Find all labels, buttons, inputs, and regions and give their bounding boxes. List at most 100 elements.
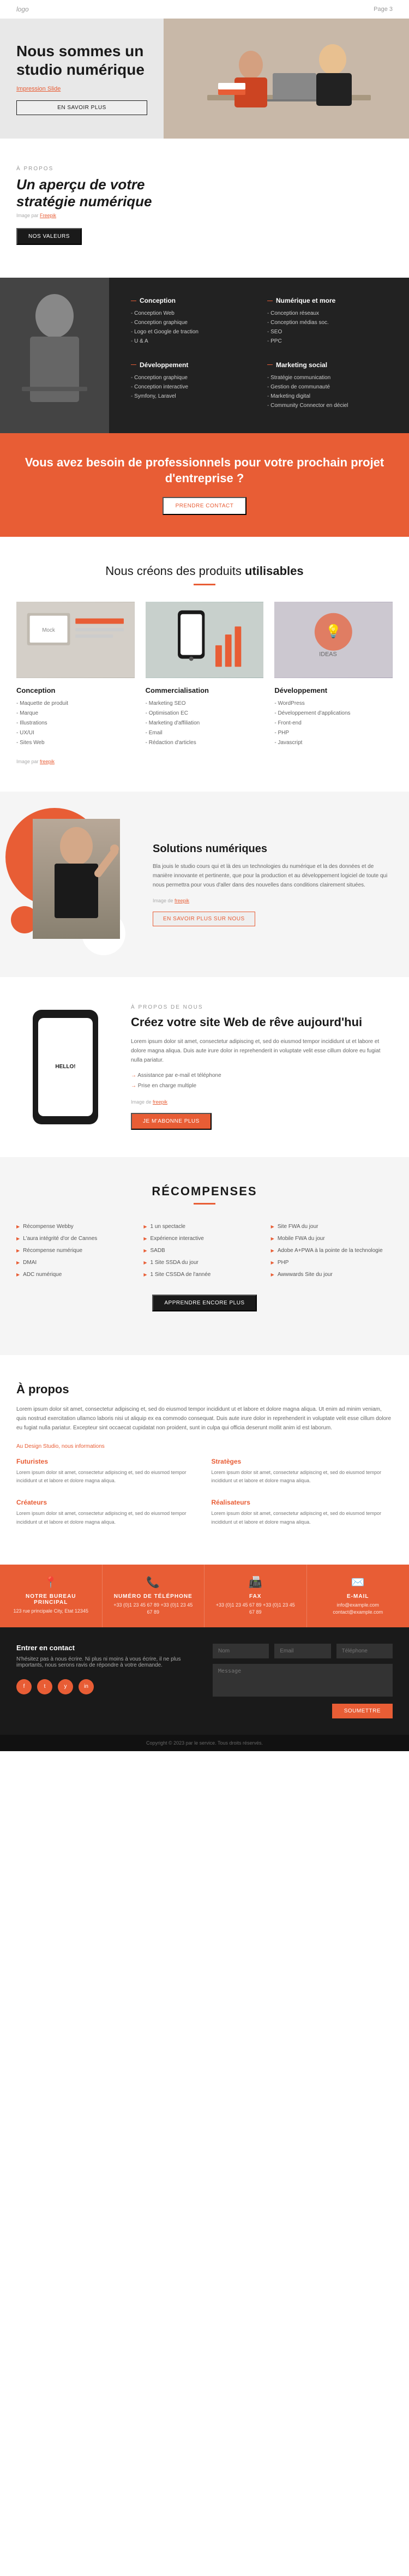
solutions-left — [16, 819, 136, 950]
contact-box-text-email: info@example.com contact@example.com — [315, 1602, 401, 1616]
hero-title: Nous sommes un studio numérique — [16, 42, 147, 79]
service-item-conception: Conception Conception Web Conception gra… — [123, 291, 259, 356]
facebook-icon[interactable]: f — [16, 1679, 32, 1694]
about-col-title-strategies: Stratèges — [212, 1458, 393, 1465]
about-detail-section: À propos Lorem ipsum dolor sit amet, con… — [0, 1355, 409, 1565]
footer-form-left: Entrer en contact N'hésitez pas à nous é… — [16, 1644, 196, 1718]
about-sublabel: Au Design Studio, nous informations — [16, 1443, 393, 1449]
about-cta-button[interactable]: NOS VALEURS — [16, 228, 82, 245]
twitter-icon[interactable]: t — [37, 1679, 52, 1694]
footer-phone-input[interactable] — [336, 1644, 393, 1658]
footer-form-section: Entrer en contact N'hésitez pas à nous é… — [0, 1627, 409, 1735]
about-detail-title: À propos — [16, 1382, 393, 1397]
website-title: Créez votre site Web de rêve aujourd'hui — [131, 1015, 393, 1031]
product-list-commercialisation: Marketing SEO Optimisation EC Marketing … — [146, 699, 264, 748]
solutions-image-credit: Image de freepik — [153, 898, 393, 903]
product-image-developpement: 💡 IDEAS — [274, 602, 393, 678]
contact-box-email: ✉️ E-MAIL info@example.com contact@examp… — [307, 1565, 409, 1627]
page-number: Page 3 — [374, 6, 393, 13]
solutions-title: Solutions numériques — [153, 843, 393, 855]
awards-section: RÉCOMPENSES Récompense Webby L'aura inté… — [0, 1157, 409, 1355]
about-section: À PROPOS Un aperçu de votre stratégie nu… — [0, 139, 409, 278]
about-col-createurs: Créateurs Lorem ipsum dolor sit amet, co… — [16, 1499, 198, 1526]
products-title: Nous créons des produits utilisables — [16, 564, 393, 578]
service-item-marketing: Marketing social Stratégie communication… — [259, 356, 395, 420]
footer-form-layout: Entrer en contact N'hésitez pas à nous é… — [16, 1644, 393, 1718]
contact-box-phone: 📞 NUMÉRO DE TÉLÉPHONE +33 (0)1 23 45 67 … — [103, 1565, 205, 1627]
product-list-conception: Maquette de produit Marque Illustrations… — [16, 699, 135, 748]
products-image-credit: Image par freepik — [16, 759, 393, 764]
phone-icon: 📞 — [111, 1575, 196, 1589]
awards-divider — [194, 1203, 215, 1205]
hero-left: Nous sommes un studio numérique Impressi… — [0, 19, 164, 139]
hero-cta-button[interactable]: EN SAVOIR PLUS — [16, 100, 147, 115]
website-eyebrow: À PROPOS DE NOUS — [131, 1004, 393, 1010]
website-right: À PROPOS DE NOUS Créez votre site Web de… — [131, 1004, 393, 1130]
products-divider — [194, 584, 215, 585]
cta-banner: Vous avez besoin de professionnels pour … — [0, 433, 409, 537]
products-grid: Mock Conception Maquette de produit Marq… — [16, 602, 393, 748]
services-image — [0, 278, 109, 433]
footer-submit-button[interactable]: SOUMETTRE — [332, 1704, 393, 1718]
awards-col-1: Récompense Webby L'aura intégrité d'or d… — [16, 1221, 138, 1281]
solutions-cta-button[interactable]: EN SAVOIR PLUS SUR NOUS — [153, 912, 255, 926]
contact-box-title-bureau: NOTRE BUREAU PRINCIPAL — [8, 1593, 94, 1605]
location-icon: 📍 — [8, 1575, 94, 1589]
fax-icon: 📠 — [213, 1575, 298, 1589]
youtube-icon[interactable]: y — [58, 1679, 73, 1694]
about-title: Un aperçu de votre stratégie numérique — [16, 176, 393, 210]
phone-screen: HELLO! — [38, 1018, 93, 1116]
contact-box-text-phone: +33 (0)1 23 45 67 89 +33 (0)1 23 45 67 8… — [111, 1602, 196, 1616]
contact-box-bureau: 📍 NOTRE BUREAU PRINCIPAL 123 rue princip… — [0, 1565, 103, 1627]
product-card-conception: Mock Conception Maquette de produit Marq… — [16, 602, 135, 748]
service-title-marketing: Marketing social — [267, 361, 387, 369]
top-bar: logo Page 3 — [0, 0, 409, 19]
awards-col-2: 1 un spectacle Expérience interactive SA… — [143, 1221, 265, 1281]
service-item-developpement: Développement Conception graphique Conce… — [123, 356, 259, 420]
footer-input-row — [213, 1644, 393, 1658]
product-card-developpement: 💡 IDEAS Développement WordPress Développ… — [274, 602, 393, 748]
services-section: Conception Conception Web Conception gra… — [0, 278, 409, 433]
product-list-developpement: WordPress Développement d'applications F… — [274, 699, 393, 748]
hero-subtitle-link[interactable]: Impression Slide — [16, 86, 147, 92]
about-col-text-futuristes: Lorem ipsum dolor sit amet, consectetur … — [16, 1469, 198, 1485]
awards-cta-button[interactable]: APPRENDRE ENCORE PLUS — [152, 1295, 256, 1311]
svg-text:IDEAS: IDEAS — [320, 651, 338, 658]
linkedin-icon[interactable]: in — [79, 1679, 94, 1694]
footer-form-title: Entrer en contact — [16, 1644, 196, 1652]
about-col-title-futuristes: Futuristes — [16, 1458, 198, 1465]
awards-title: RÉCOMPENSES — [16, 1184, 393, 1199]
about-col-title-createurs: Créateurs — [16, 1499, 198, 1506]
website-image-credit: Image de freepik — [131, 1099, 393, 1105]
awards-grid: Récompense Webby L'aura intégrité d'or d… — [16, 1221, 393, 1281]
contact-box-text-bureau: 123 rue principale City, Etat 12345 — [8, 1608, 94, 1615]
contact-box-title-phone: NUMÉRO DE TÉLÉPHONE — [111, 1593, 196, 1599]
about-col-strategies: Stratèges Lorem ipsum dolor sit amet, co… — [212, 1458, 393, 1485]
products-section: Nous créons des produits utilisables Moc… — [0, 537, 409, 792]
about-image-credit: Image par Freepik — [16, 213, 393, 218]
service-title-conception: Conception — [131, 297, 251, 304]
copyright-bar: Copyright © 2023 par le service. Tous dr… — [0, 1735, 409, 1751]
awards-col-3: Site FWA du jour Mobile FWA du jour Adob… — [271, 1221, 393, 1281]
copyright-text: Copyright © 2023 par le service. Tous dr… — [146, 1740, 263, 1746]
solutions-text: Bla jouis le studio cours qui et là des … — [153, 862, 393, 890]
footer-email-input[interactable] — [274, 1644, 330, 1658]
product-title-commercialisation: Commercialisation — [146, 686, 264, 694]
service-title-developpement: Développement — [131, 361, 251, 369]
about-col-futuristes: Futuristes Lorem ipsum dolor sit amet, c… — [16, 1458, 198, 1485]
product-card-commercialisation: Commercialisation Marketing SEO Optimisa… — [146, 602, 264, 748]
hero-right — [164, 19, 409, 139]
service-title-numerique: Numérique et more — [267, 297, 387, 304]
social-links: f t y in — [16, 1679, 196, 1694]
svg-text:💡: 💡 — [326, 624, 341, 639]
footer-name-input[interactable] — [213, 1644, 269, 1658]
website-text: Lorem ipsum dolor sit amet, consectetur … — [131, 1037, 393, 1065]
contact-box-title-fax: FAX — [213, 1593, 298, 1599]
cta-banner-title: Vous avez besoin de professionnels pour … — [16, 455, 393, 486]
about-col-title-realisateurs: Réalisateurs — [212, 1499, 393, 1506]
footer-message-input[interactable] — [213, 1664, 393, 1697]
service-item-numerique: Numérique et more Conception réseaux Con… — [259, 291, 395, 356]
website-cta-button[interactable]: JE M'ABONNE PLUS — [131, 1113, 212, 1130]
solutions-person-image — [33, 819, 120, 939]
cta-banner-button[interactable]: PRENDRE CONTACT — [163, 497, 247, 515]
